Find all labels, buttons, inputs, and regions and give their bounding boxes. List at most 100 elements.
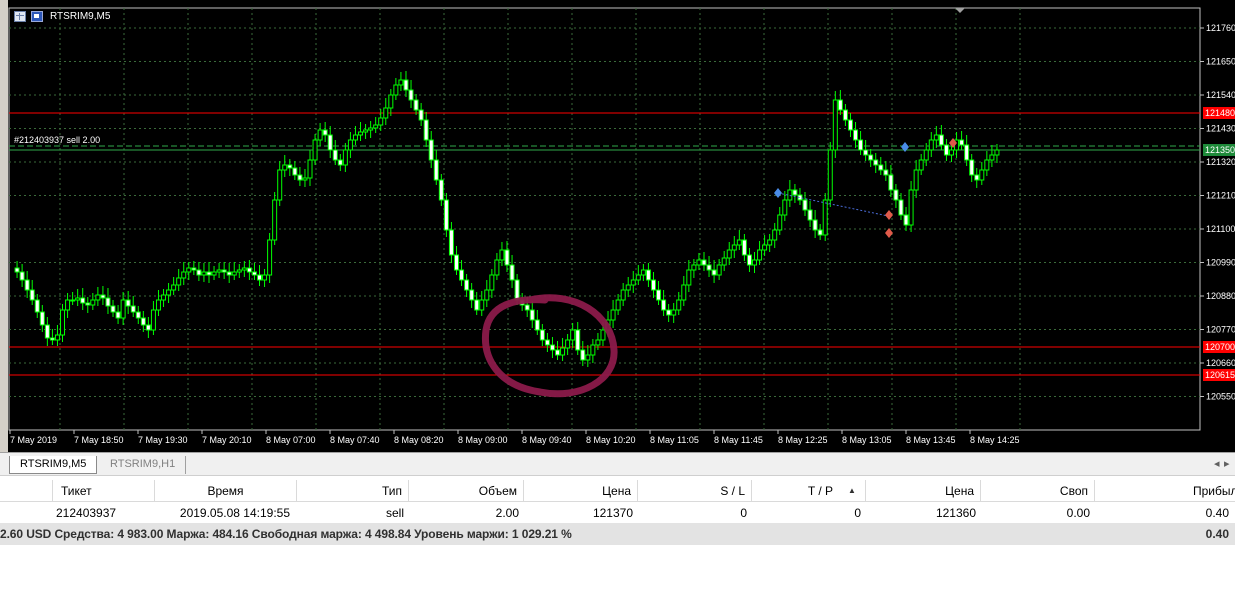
tab-rtsrim9-h1[interactable]: RTSRIM9,H1 (100, 456, 187, 474)
table-row[interactable]: 212403937 2019.05.08 14:19:55 sell 2.00 … (0, 502, 1235, 524)
time-tick-label: 8 May 11:05 (650, 435, 699, 445)
candle-bear (115, 311, 121, 319)
col-price[interactable]: Цена (523, 480, 637, 502)
chart-window[interactable]: 121760 121650 121540 121430 121320 121210 1211… (0, 0, 1235, 452)
candle-bear (403, 79, 409, 91)
candle-bear (863, 149, 869, 156)
col-volume[interactable]: Объем (408, 480, 523, 502)
candle-bear (125, 299, 131, 307)
candle-bear (575, 329, 581, 351)
candle-bull (161, 294, 167, 301)
candle-bull (231, 271, 237, 276)
candle-bull (752, 259, 757, 266)
price-chart[interactable]: 121760 121650 121540 121430 121320 121210 1211… (0, 0, 1235, 452)
col-profit[interactable]: Прибыль (1094, 480, 1235, 502)
candle-bull (60, 309, 66, 336)
cell-price2: 121360 (935, 506, 976, 520)
candle-bear (322, 129, 328, 136)
cell-tp: 0 (854, 506, 861, 520)
cell-sl: 0 (740, 506, 747, 520)
chart-shift-icon (955, 8, 965, 13)
candle-bear (110, 305, 116, 313)
candle-bear (327, 134, 333, 151)
candle-bull (716, 264, 722, 276)
candle-bull (499, 249, 505, 261)
candle-bull (307, 159, 313, 179)
candle-bear (459, 269, 465, 281)
candle-bear (837, 99, 843, 111)
candle-bear (453, 254, 459, 271)
candle-bull (595, 339, 601, 346)
col-type[interactable]: Тип (296, 480, 408, 502)
window-edge (0, 0, 8, 452)
candle-bear (549, 344, 555, 351)
chart-tabs: RTSRIM9,M5 RTSRIM9,H1 ◂ ▸ (0, 452, 1235, 476)
time-tick-label: 8 May 08:20 (394, 435, 444, 445)
col-sl[interactable]: S / L (637, 480, 751, 502)
candle-bear (529, 309, 535, 321)
candle-bull (171, 284, 177, 291)
candle-bull (933, 134, 939, 141)
candle-bull (827, 149, 833, 201)
candle-bull (832, 99, 838, 151)
candle-bull (352, 134, 358, 141)
col-ticket[interactable]: Тикет (52, 480, 154, 502)
cell-price: 121370 (592, 506, 633, 520)
candle-bear (504, 249, 510, 266)
candle-bear (812, 219, 818, 231)
candle-bull (312, 139, 318, 161)
tab-rtsrim9-m5[interactable]: RTSRIM9,M5 (9, 456, 98, 474)
candle-bear (898, 199, 904, 216)
candle-bear (464, 279, 470, 291)
candle-bull (368, 127, 374, 131)
terminal-window: 121760 121650 121540 121430 121320 121210 1211… (0, 0, 1235, 593)
candle-bull (342, 149, 348, 166)
candle-bear (145, 324, 151, 331)
buy-marker-icon (774, 188, 782, 198)
candle-bull (494, 259, 500, 276)
candle-bull (989, 154, 995, 161)
scroll-right-icon[interactable]: ▸ (1224, 457, 1230, 470)
scroll-left-icon[interactable]: ◂ (1214, 457, 1220, 470)
summary-balance-text: 2.60 USD Средства: 4 983.00 Маржа: 484.1… (0, 527, 572, 541)
candle-bear (191, 267, 197, 271)
candle-bull (181, 271, 187, 279)
price-tick-label: 121650 (1206, 57, 1235, 67)
candle-bear (817, 229, 823, 236)
candle-bull (398, 79, 404, 86)
candle-bear (428, 139, 434, 161)
candle-bull (484, 289, 490, 301)
candle-bull (150, 309, 156, 331)
price-badge-label: 121480 (1205, 108, 1235, 118)
candle-bull (95, 294, 101, 301)
trade-connector (777, 192, 889, 217)
time-tick-label: 7 May 20:10 (202, 435, 252, 445)
candle-bull (721, 257, 727, 266)
candle-bull (736, 239, 742, 246)
col-swap[interactable]: Своп (980, 480, 1094, 502)
candle-bear (297, 174, 303, 181)
col-time[interactable]: Время (154, 480, 296, 502)
candle-bear (105, 297, 111, 307)
candle-bull (630, 279, 636, 286)
candle-bear (903, 214, 909, 226)
candle-bear (539, 329, 545, 341)
candle-bear (443, 199, 449, 231)
candle-bear (246, 267, 252, 273)
candle-bear (469, 289, 475, 301)
candle-bear (580, 349, 586, 361)
candle-bear (666, 309, 672, 316)
candle-bull (90, 299, 96, 306)
candle-bear (746, 254, 752, 266)
col-price2[interactable]: Цена (865, 480, 980, 502)
candle-bull (625, 284, 631, 291)
candle-bull (772, 229, 778, 241)
candle-bear (741, 239, 747, 256)
cell-time: 2019.05.08 14:19:55 (179, 506, 290, 520)
cell-profit: 0.40 (1205, 506, 1229, 520)
candle-bear (34, 299, 40, 313)
candle-bear (883, 169, 889, 176)
candle-bull (620, 289, 626, 301)
candle-bull (176, 277, 182, 286)
candle-bull (277, 169, 283, 201)
